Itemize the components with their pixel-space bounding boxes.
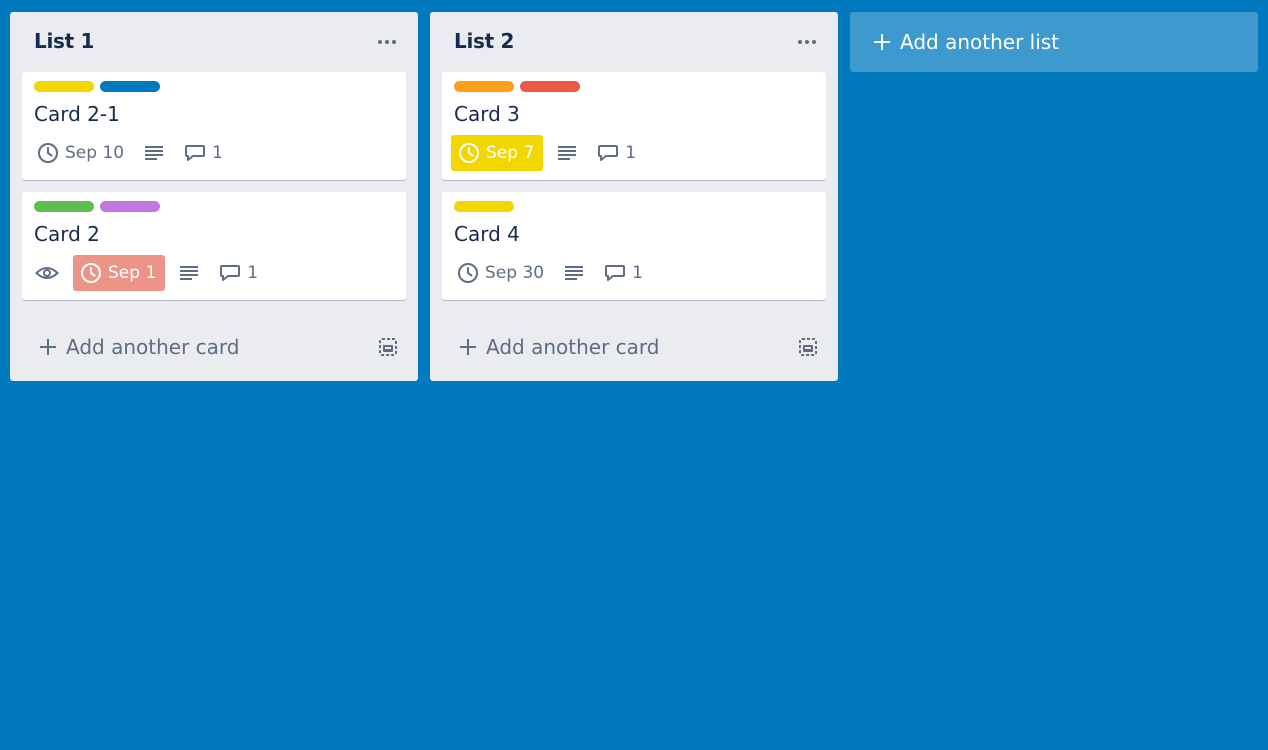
clock-icon <box>459 143 479 163</box>
ellipsis-icon[interactable] <box>374 30 400 54</box>
comments-badge: 1 <box>178 135 229 171</box>
due-date-badge[interactable]: Sep 7 <box>451 135 544 171</box>
due-date-text: Sep 7 <box>486 143 535 163</box>
list-footer: Add another card <box>22 312 406 381</box>
description-badge <box>560 255 588 291</box>
card-template-icon[interactable] <box>378 337 398 361</box>
label-orange[interactable] <box>454 81 514 92</box>
comment-count: 1 <box>625 143 637 163</box>
comment-count: 1 <box>632 263 643 283</box>
description-badge <box>140 135 168 171</box>
comment-icon <box>185 145 206 161</box>
card-title: Card 2-1 <box>34 102 120 126</box>
clock-icon <box>458 263 478 283</box>
description-icon <box>565 266 584 280</box>
comment-icon <box>605 265 626 281</box>
label-yellow[interactable] <box>454 201 514 212</box>
card-labels <box>454 81 580 92</box>
card-labels <box>454 201 514 212</box>
description-badge <box>175 255 203 291</box>
description-badge <box>553 135 581 171</box>
watching-badge <box>31 255 63 291</box>
due-date-text: Sep 30 <box>485 263 545 283</box>
label-red[interactable] <box>520 81 580 92</box>
plus-icon <box>874 34 890 50</box>
comments-badge: 1 <box>213 255 264 291</box>
label-green[interactable] <box>34 201 94 212</box>
comment-count: 1 <box>247 263 259 283</box>
add-list-button[interactable]: Add another list <box>850 12 1258 72</box>
plus-icon <box>40 339 56 355</box>
card-2-1[interactable]: Card 2-1 Sep 10 1 <box>22 72 406 180</box>
clock-icon <box>38 143 58 163</box>
comment-count: 1 <box>212 143 223 163</box>
card-labels <box>34 81 160 92</box>
ellipsis-icon[interactable] <box>794 30 820 54</box>
comment-icon <box>598 145 619 161</box>
card-title: Card 3 <box>454 102 520 126</box>
card-2[interactable]: Card 2 Sep 1 1 <box>22 192 406 300</box>
card-labels <box>34 201 160 212</box>
label-blue[interactable] <box>100 81 160 92</box>
card-badges: Sep 7 1 <box>451 135 652 171</box>
list-1: List 1 Card 2-1 Sep 10 1 Card 2 Sep 1 1 … <box>10 12 418 381</box>
due-date-badge[interactable]: Sep 30 <box>451 255 550 291</box>
card-template-icon[interactable] <box>798 337 818 361</box>
due-date-badge[interactable]: Sep 1 <box>73 255 166 291</box>
label-yellow[interactable] <box>34 81 94 92</box>
label-purple[interactable] <box>100 201 160 212</box>
due-date-text: Sep 10 <box>65 143 125 163</box>
comment-icon <box>220 265 241 281</box>
clock-icon <box>81 263 101 283</box>
list-header: List 1 <box>22 12 406 72</box>
description-icon <box>145 146 164 160</box>
card-badges: Sep 1 1 <box>31 255 274 291</box>
list-2: List 2 Card 3 Sep 7 1 Card 4 Sep 30 1 Ad… <box>430 12 838 381</box>
add-card-label: Add another card <box>66 335 240 359</box>
comments-badge: 1 <box>591 135 642 171</box>
card-title: Card 4 <box>454 222 520 246</box>
card-4[interactable]: Card 4 Sep 30 1 <box>442 192 826 300</box>
card-3[interactable]: Card 3 Sep 7 1 <box>442 72 826 180</box>
card-title: Card 2 <box>34 222 100 246</box>
add-card-label: Add another card <box>486 335 660 359</box>
list-footer: Add another card <box>442 312 826 381</box>
list-title[interactable]: List 1 <box>34 29 94 53</box>
description-icon <box>558 146 577 160</box>
list-title[interactable]: List 2 <box>454 29 514 53</box>
card-badges: Sep 30 1 <box>451 255 659 291</box>
due-date-badge[interactable]: Sep 10 <box>31 135 130 171</box>
card-badges: Sep 10 1 <box>31 135 239 171</box>
description-icon <box>180 266 199 280</box>
add-card-button[interactable]: Add another card <box>38 335 239 359</box>
plus-icon <box>460 339 476 355</box>
list-header: List 2 <box>442 12 826 72</box>
add-card-button[interactable]: Add another card <box>458 335 659 359</box>
eye-icon <box>35 267 59 279</box>
add-list-label: Add another list <box>900 30 1060 54</box>
board: List 1 Card 2-1 Sep 10 1 Card 2 Sep 1 1 … <box>0 0 1268 750</box>
comments-badge: 1 <box>598 255 649 291</box>
due-date-text: Sep 1 <box>108 263 157 283</box>
